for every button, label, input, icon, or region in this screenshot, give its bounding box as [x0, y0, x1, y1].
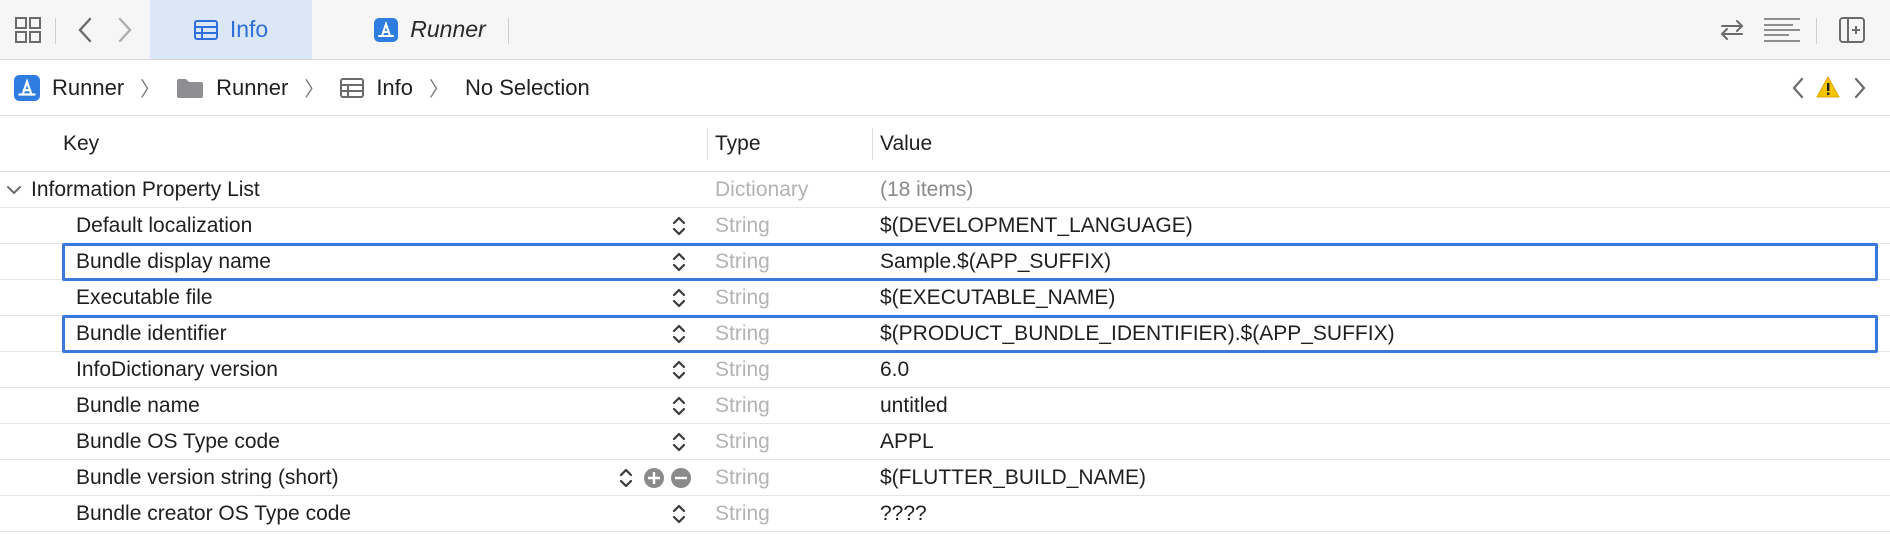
add-editor-icon[interactable]	[1832, 0, 1872, 60]
warning-icon[interactable]	[1816, 76, 1840, 98]
row-value[interactable]: APPL	[880, 424, 934, 460]
breadcrumb-item-selection[interactable]: No Selection	[465, 75, 590, 101]
key-popup-stepper-icon[interactable]	[671, 250, 689, 274]
previous-issue-icon[interactable]	[1790, 76, 1806, 100]
table-row[interactable]: Bundle creator OS Type code String????	[0, 496, 1890, 532]
breadcrumb-label: Info	[376, 74, 414, 100]
row-key[interactable]: Bundle display name	[76, 244, 271, 280]
folder-icon	[176, 77, 204, 99]
remove-item-minus-icon[interactable]	[670, 467, 692, 489]
table-row[interactable]: Bundle version string (short) String $(FLU…	[0, 460, 1890, 496]
key-popup-stepper-icon[interactable]	[671, 358, 689, 382]
back-arrow-icon[interactable]	[70, 0, 100, 60]
forward-arrow-icon[interactable]	[110, 0, 140, 60]
table-icon	[340, 77, 365, 98]
row-type: Dictionary	[715, 178, 809, 201]
app-store-icon	[14, 74, 40, 101]
tab-label: Info	[229, 16, 269, 42]
row-type[interactable]: String	[715, 388, 770, 424]
tab-info[interactable]: Info	[150, 0, 312, 59]
table-row[interactable]: Bundle name String untitled	[0, 388, 1890, 424]
row-key[interactable]: Bundle creator OS Type code	[76, 496, 351, 532]
tab-label: Runner	[410, 16, 486, 42]
row-key[interactable]: Bundle OS Type code	[76, 424, 280, 460]
row-key[interactable]: Bundle version string (short)	[76, 460, 339, 496]
row-value[interactable]: untitled	[880, 388, 948, 424]
row-value[interactable]: Sample.$(APP_SUFFIX)	[880, 244, 1111, 280]
breadcrumb: Runner 〉 Runner 〉 Info 〉 No Selection	[0, 60, 1890, 116]
app-store-icon	[374, 17, 399, 42]
table-row-root[interactable]: Information Property List Dictionary (18…	[0, 172, 1890, 208]
row-key[interactable]: Default localization	[76, 208, 252, 244]
table-row[interactable]: Bundle OS Type code String APPL	[0, 424, 1890, 460]
row-key[interactable]: InfoDictionary version	[76, 352, 278, 388]
row-type[interactable]: String	[715, 352, 770, 388]
key-popup-stepper-icon[interactable]	[618, 466, 636, 490]
key-popup-stepper-icon[interactable]	[671, 502, 689, 526]
row-key: Information Property List	[31, 178, 260, 201]
chevron-right-icon: 〉	[429, 79, 450, 101]
swap-arrows-icon[interactable]	[1714, 0, 1750, 60]
related-items-grid-icon[interactable]	[10, 0, 46, 60]
tab-runner[interactable]: Runner	[345, 0, 515, 59]
row-type[interactable]: String	[715, 460, 770, 496]
next-issue-icon[interactable]	[1852, 76, 1868, 100]
row-value[interactable]: $(PRODUCT_BUNDLE_IDENTIFIER).$(APP_SUFFI…	[880, 316, 1395, 352]
row-value: (18 items)	[880, 178, 974, 201]
add-item-plus-icon[interactable]	[643, 467, 665, 489]
row-type[interactable]: String	[715, 424, 770, 460]
row-type[interactable]: String	[715, 244, 770, 280]
key-popup-stepper-icon[interactable]	[671, 394, 689, 418]
chevron-right-icon: 〉	[140, 79, 161, 101]
breadcrumb-label: No Selection	[465, 74, 590, 100]
breadcrumb-item-folder[interactable]: Runner	[176, 75, 288, 101]
table-header: Key Type Value	[0, 116, 1890, 172]
key-popup-stepper-icon[interactable]	[671, 214, 689, 238]
table-row[interactable]: Bundle display name String Sample.$(APP_SU…	[0, 244, 1890, 280]
chevron-right-icon: 〉	[304, 79, 325, 101]
table-row[interactable]: InfoDictionary version String 6.0	[0, 352, 1890, 388]
column-header-type[interactable]: Type	[715, 126, 761, 162]
row-value[interactable]: ????	[880, 496, 927, 532]
editor-options-lines-icon[interactable]	[1762, 0, 1802, 60]
breadcrumb-label: Runner	[216, 74, 289, 100]
column-header-value[interactable]: Value	[880, 126, 932, 162]
breadcrumb-item-file[interactable]: Info	[340, 75, 413, 101]
breadcrumb-label: Runner	[52, 74, 125, 100]
row-value[interactable]: 6.0	[880, 352, 909, 388]
row-value[interactable]: $(FLUTTER_BUILD_NAME)	[880, 460, 1146, 496]
breadcrumb-item-project[interactable]: Runner	[14, 74, 125, 101]
key-popup-stepper-icon[interactable]	[671, 286, 689, 310]
row-value[interactable]: $(DEVELOPMENT_LANGUAGE)	[880, 208, 1193, 244]
row-key[interactable]: Executable file	[76, 280, 213, 316]
editor-tab-bar: Info Runner	[0, 0, 1890, 60]
table-row[interactable]: Bundle identifier String $(PRODUCT_BUNDLE_…	[0, 316, 1890, 352]
table-row[interactable]: Default localization String $(DEVELOPMENT_…	[0, 208, 1890, 244]
disclosure-chevron-down-icon[interactable]	[6, 182, 22, 198]
table-icon	[193, 19, 218, 40]
key-popup-stepper-icon[interactable]	[671, 430, 689, 454]
row-key[interactable]: Bundle name	[76, 388, 200, 424]
column-header-key[interactable]: Key	[63, 126, 99, 162]
row-value[interactable]: $(EXECUTABLE_NAME)	[880, 280, 1115, 316]
row-type[interactable]: String	[715, 208, 770, 244]
row-key[interactable]: Bundle identifier	[76, 316, 227, 352]
row-type[interactable]: String	[715, 280, 770, 316]
table-row[interactable]: Executable file String $(EXECUTABLE_NAME)	[0, 280, 1890, 316]
key-popup-stepper-icon[interactable]	[671, 322, 689, 346]
row-type[interactable]: String	[715, 316, 770, 352]
row-type[interactable]: String	[715, 496, 770, 532]
